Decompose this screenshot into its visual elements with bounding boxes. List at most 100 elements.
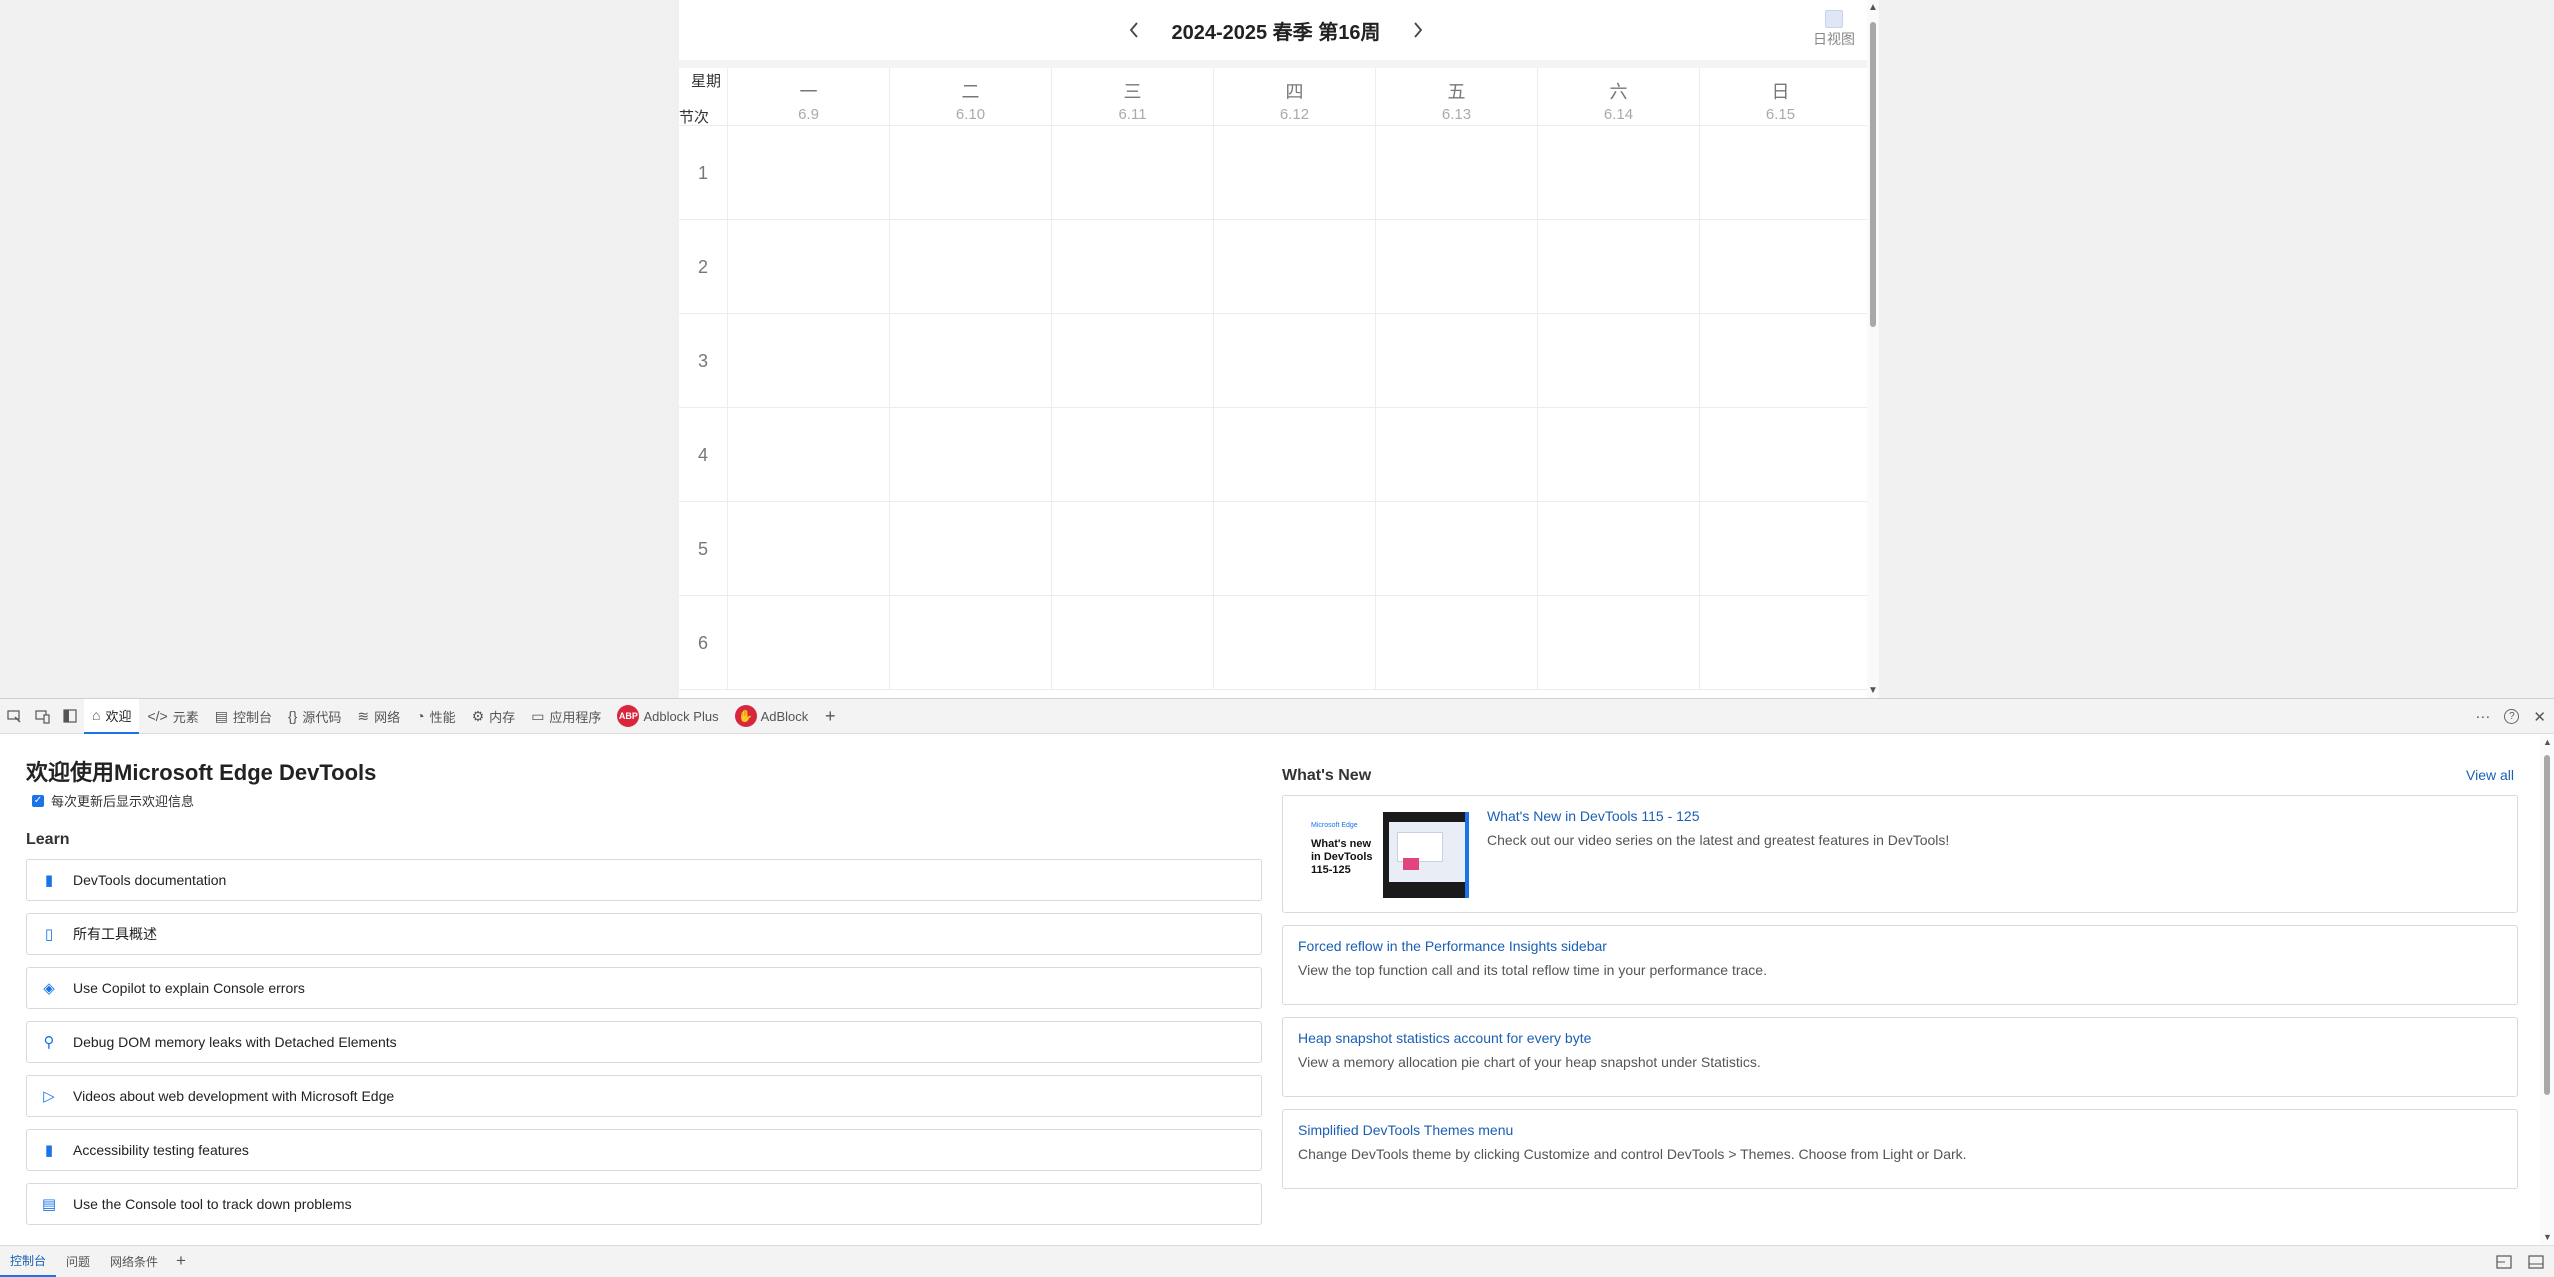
tab-icon: {} [288,708,298,724]
timetable-cell[interactable] [1699,502,1861,596]
timetable-cell[interactable] [1537,596,1699,690]
whats-new-heading: What's New [1282,767,1372,784]
timetable-cell[interactable] [1051,220,1213,314]
timetable-grid: 星期 节次 一 6.9 二 6.10 三 6.11 四 6.12 五 6.13 六 6.14 日 6.15… [679,68,1867,690]
whats-new-title-link[interactable]: Forced reflow in the Performance Insight… [1298,938,1607,954]
scroll-up-arrow-icon[interactable]: ▲ [2543,737,2552,747]
timetable-cell[interactable] [889,314,1051,408]
devtools-tab[interactable]: {} 源代码 [280,699,349,734]
day-view-button[interactable]: 日视图 [1809,10,1859,49]
timetable-cell[interactable] [1375,408,1537,502]
timetable-cell[interactable] [1213,126,1375,220]
devtools-scrollbar[interactable]: ▲ ▼ [2540,735,2554,1244]
devtools-tab[interactable]: ✋ AdBlock [727,699,817,734]
timetable-cell[interactable] [1213,314,1375,408]
devtools-tab[interactable]: ABP Adblock Plus [609,699,726,734]
timetable-cell[interactable] [889,126,1051,220]
timetable-cell[interactable] [1537,220,1699,314]
timetable-cell[interactable] [889,596,1051,690]
devtools-tab[interactable]: ⌂ 欢迎 [84,698,140,734]
whats-new-card[interactable]: Simplified DevTools Themes menu Change De… [1282,1109,2518,1189]
whats-new-card[interactable]: Microsoft Edge What's new in DevTools 115… [1282,795,2518,913]
timetable-cell[interactable] [1051,596,1213,690]
timetable-cell[interactable] [727,502,889,596]
whats-new-title-link[interactable]: Heap snapshot statistics account for eve… [1298,1030,1591,1046]
timetable-cell[interactable] [889,220,1051,314]
dock-bottom-icon[interactable] [2528,1254,2544,1269]
learn-item[interactable]: ▮ Accessibility testing features [26,1129,1262,1171]
toggle-sidebar-button[interactable] [56,699,84,734]
timetable-cell[interactable] [1375,596,1537,690]
learn-item[interactable]: ▮ DevTools documentation [26,859,1262,901]
devtools-tab[interactable]: </> 元素 [139,699,206,734]
devtools-tab[interactable]: ▭ 应用程序 [523,699,609,734]
scroll-up-arrow-icon[interactable]: ▲ [1868,2,1878,13]
timetable-cell[interactable] [1537,314,1699,408]
show-welcome-checkbox-row[interactable]: ✓ 每次更新后显示欢迎信息 [32,791,194,810]
devtools-tab[interactable]: ⚙ 内存 [464,699,524,734]
timetable-cell[interactable] [1699,220,1861,314]
device-emulation-button[interactable] [28,699,56,734]
timetable-cell[interactable] [727,126,889,220]
timetable-cell[interactable] [727,314,889,408]
timetable-cell[interactable] [727,408,889,502]
checkbox-checked-icon[interactable]: ✓ [32,794,44,807]
chevron-left-icon [1129,22,1138,38]
timetable-cell[interactable] [1213,408,1375,502]
timetable-cell[interactable] [1375,314,1537,408]
prev-week-button[interactable] [1122,14,1146,46]
timetable-cell[interactable] [1699,596,1861,690]
learn-item[interactable]: ▷ Videos about web development with Micro… [26,1075,1262,1117]
scroll-down-arrow-icon[interactable]: ▼ [2543,1232,2552,1242]
devtools-tab[interactable]: ◔ 性能 [408,699,463,734]
whats-new-title-link[interactable]: Simplified DevTools Themes menu [1298,1122,1513,1138]
dock-left-icon[interactable] [2496,1254,2512,1269]
timetable-cell[interactable] [1051,126,1213,220]
timetable-cell[interactable] [889,408,1051,502]
timetable-cell[interactable] [1537,408,1699,502]
scroll-down-arrow-icon[interactable]: ▼ [1868,685,1878,696]
timetable-cell[interactable] [727,596,889,690]
more-options-icon[interactable]: ··· [2475,708,2490,725]
drawer-add-icon[interactable]: + [176,1251,186,1271]
timetable-cell[interactable] [1375,126,1537,220]
timetable-cell[interactable] [1375,220,1537,314]
learn-item[interactable]: ◈ Use Copilot to explain Console errors [26,967,1262,1009]
add-tool-button[interactable]: + [816,699,844,734]
devtools-tab[interactable]: ▤ 控制台 [207,699,280,734]
timetable-cell[interactable] [1537,502,1699,596]
learn-item[interactable]: ⚲ Debug DOM memory leaks with Detached El… [26,1021,1262,1063]
timetable-cell[interactable] [1213,502,1375,596]
devtools-tab[interactable]: ≋ 网络 [349,699,408,734]
timetable-cell[interactable] [1699,126,1861,220]
learn-item[interactable]: ▤ Use the Console tool to track down prob… [26,1183,1262,1225]
timetable-cell[interactable] [1051,502,1213,596]
timetable-cell[interactable] [1537,126,1699,220]
drawer-tab[interactable]: 网络条件 [100,1246,168,1277]
timetable-cell[interactable] [889,502,1051,596]
help-icon[interactable]: ? [2504,709,2520,724]
whats-new-card[interactable]: Heap snapshot statistics account for eve… [1282,1017,2518,1097]
timetable-cell[interactable] [1375,502,1537,596]
scrollbar-thumb[interactable] [2544,755,2550,1095]
whats-new-title-link[interactable]: What's New in DevTools 115 - 125 [1487,808,1700,824]
learn-item-icon: ◈ [43,980,55,997]
timetable-cell[interactable] [1213,596,1375,690]
view-all-link[interactable]: View all [2466,767,2514,783]
learn-item-icon: ▤ [41,1196,57,1213]
timetable-cell[interactable] [1051,314,1213,408]
timetable-cell[interactable] [1213,220,1375,314]
drawer-tab[interactable]: 控制台 [0,1246,57,1277]
timetable-cell[interactable] [727,220,889,314]
timetable-cell[interactable] [1699,314,1861,408]
scrollbar-thumb[interactable] [1870,22,1876,327]
timetable-cell[interactable] [1699,408,1861,502]
whats-new-card[interactable]: Forced reflow in the Performance Insight… [1282,925,2518,1005]
timetable-cell[interactable] [1051,408,1213,502]
close-icon[interactable]: ✕ [2533,708,2546,726]
inspect-element-button[interactable] [0,699,28,734]
next-week-button[interactable] [1406,14,1430,46]
learn-item[interactable]: ▯ 所有工具概述 [26,913,1262,955]
page-scrollbar[interactable]: ▲ ▼ [1867,0,1879,698]
drawer-tab[interactable]: 问题 [56,1246,100,1277]
